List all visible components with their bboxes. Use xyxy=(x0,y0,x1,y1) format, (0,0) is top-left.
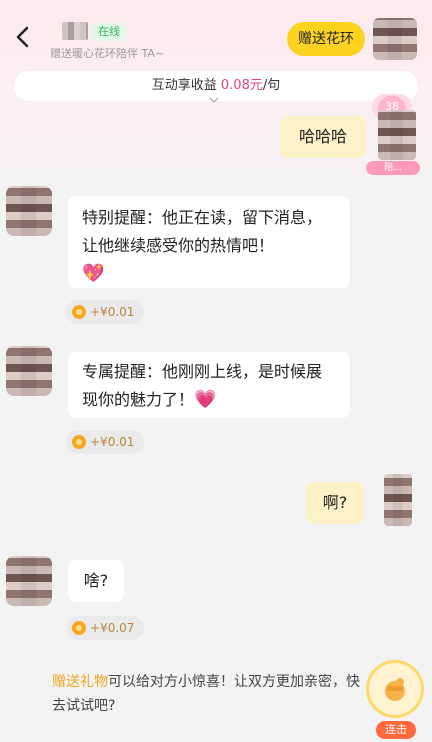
header-subtitle: 赠送暖心花环陪伴 TA~ xyxy=(50,47,165,60)
message-bubble-self[interactable]: 啊? xyxy=(306,482,364,524)
level-tag: 陪... xyxy=(366,161,420,175)
message-bubble-contact[interactable]: 特别提醒：他正在读，留下消息，让他继续感受你的热情吧！ 💖 xyxy=(68,196,350,288)
chevron-left-icon xyxy=(16,26,29,48)
reward-amount: +¥0.07 xyxy=(90,621,135,635)
contact-message-avatar[interactable] xyxy=(6,186,52,236)
message-text: 特别提醒：他正在读，留下消息，让他继续感受你的热情吧！ xyxy=(82,208,323,255)
gift-hand-icon xyxy=(385,678,405,701)
coin-icon xyxy=(72,621,86,635)
combo-gift-button[interactable] xyxy=(366,660,424,718)
my-avatar[interactable] xyxy=(378,110,416,160)
contact-message-avatar[interactable] xyxy=(6,346,52,396)
contact-message-avatar[interactable] xyxy=(6,556,52,606)
message-bubble-self[interactable]: 哈哈哈 xyxy=(280,116,366,158)
gift-garland-button[interactable]: 赠送花环 xyxy=(287,22,365,56)
combo-label: 连击 xyxy=(376,721,416,739)
earnings-suffix: /句 xyxy=(262,78,281,93)
earnings-amount: 0.08元 xyxy=(220,78,263,93)
earnings-prefix: 互动享收益 xyxy=(151,78,221,93)
message-bubble-contact[interactable]: 专属提醒：他刚刚上线，是时候展现你的魅力了！💗 xyxy=(68,352,350,418)
message-text: 哈哈哈 xyxy=(298,127,347,146)
message-text: 啊? xyxy=(322,493,348,512)
pink-heart-icon: 💗 xyxy=(194,389,217,410)
contact-avatar[interactable] xyxy=(373,18,417,60)
reward-chip: +¥0.07 xyxy=(66,616,145,640)
reward-chip: +¥0.01 xyxy=(66,300,145,324)
message-text: 啥? xyxy=(83,571,109,590)
my-avatar[interactable] xyxy=(384,474,412,526)
message-bubble-contact[interactable]: 啥? xyxy=(68,560,124,602)
gift-promo-link[interactable]: 赠送礼物 xyxy=(52,674,108,690)
gift-promo-text: 赠送礼物可以给对方小惊喜！让双方更加亲密，快去试试吧? xyxy=(52,670,372,718)
online-status-badge: 在线 xyxy=(92,23,126,41)
reward-amount: +¥0.01 xyxy=(90,435,135,449)
reward-chip: +¥0.01 xyxy=(66,430,145,454)
coin-icon xyxy=(72,435,86,449)
sparkling-heart-icon: 💖 xyxy=(82,263,105,284)
coin-icon xyxy=(72,305,86,319)
reward-amount: +¥0.01 xyxy=(90,305,135,319)
back-button[interactable] xyxy=(12,24,36,50)
expand-caret-icon[interactable] xyxy=(209,97,219,103)
contact-name-blurred xyxy=(62,22,88,40)
